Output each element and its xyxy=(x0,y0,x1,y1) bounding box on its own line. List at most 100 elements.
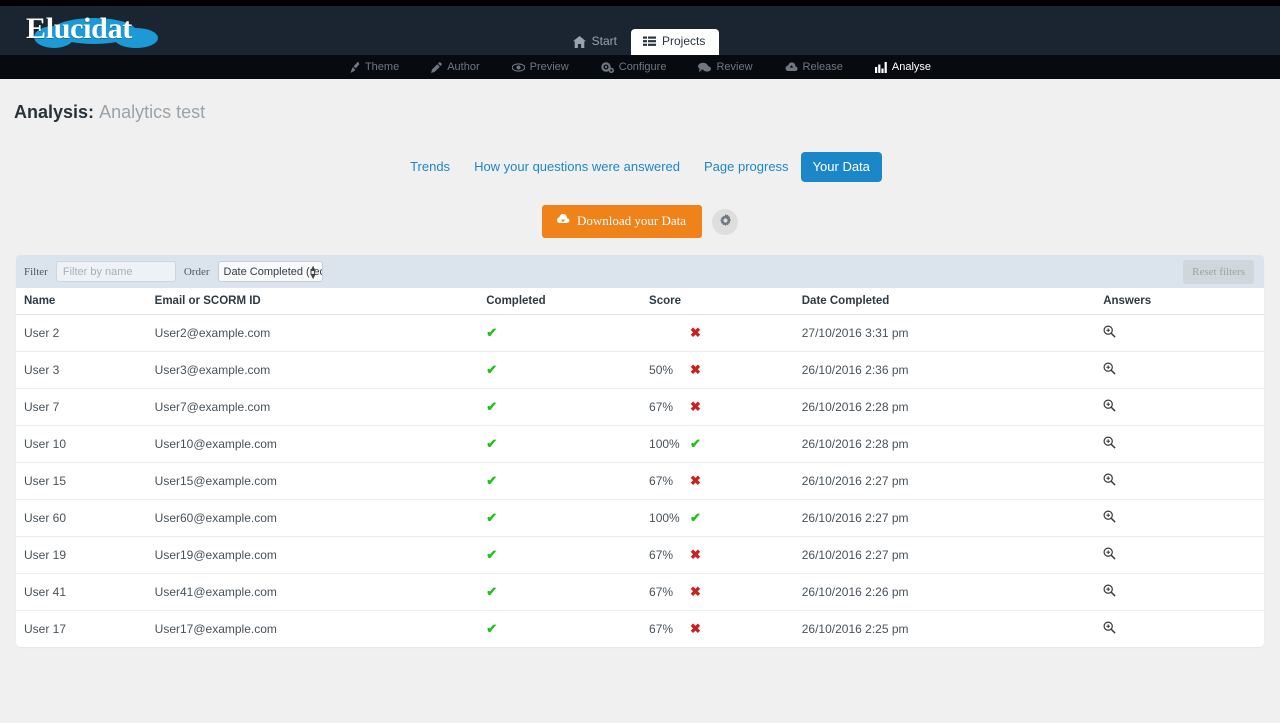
nav-tab-projects[interactable]: Projects xyxy=(630,29,720,55)
score-value: 100% xyxy=(649,511,680,525)
subnav-item-preview[interactable]: Preview xyxy=(496,60,585,74)
bar-chart-icon xyxy=(874,61,887,73)
cell-score: 50% ✖ xyxy=(649,351,802,389)
search-plus-icon[interactable] xyxy=(1103,510,1116,526)
search-plus-icon[interactable] xyxy=(1103,621,1116,637)
cell-answers xyxy=(1103,314,1264,352)
data-settings-button[interactable] xyxy=(712,208,739,235)
search-plus-icon[interactable] xyxy=(1103,584,1116,600)
download-your-data-label: Download your Data xyxy=(576,213,687,228)
your-data-panel: Filter Order Date Completed (recer ▲▼ Re… xyxy=(16,255,1264,647)
subnav-item-analyse[interactable]: Analyse xyxy=(859,60,947,74)
fail-cross-icon: ✖ xyxy=(690,399,701,414)
score-value: 67% xyxy=(649,622,674,636)
cloud-upload-icon xyxy=(785,61,798,73)
nav-tab-start-label: Start xyxy=(591,34,617,48)
subnav-item-theme[interactable]: Theme xyxy=(333,60,415,74)
subnav-item-review[interactable]: Review xyxy=(682,60,768,74)
table-row[interactable]: User 41 User41@example.com ✔ 67% ✖ 26/10/… xyxy=(16,573,1264,611)
score-value: 100% xyxy=(649,437,680,451)
cell-completed: ✔ xyxy=(486,388,650,426)
cell-email: User19@example.com xyxy=(154,536,487,574)
fail-cross-icon: ✖ xyxy=(690,473,701,488)
search-plus-icon[interactable] xyxy=(1103,362,1116,378)
page-title-name: Analytics test xyxy=(99,102,206,122)
pass-tick-icon: ✔ xyxy=(486,399,498,414)
search-plus-icon[interactable] xyxy=(1103,473,1116,489)
pencil-icon xyxy=(431,61,443,73)
table-row[interactable]: User 19 User19@example.com ✔ 67% ✖ 26/10/… xyxy=(16,536,1264,574)
subnav-item-release[interactable]: Release xyxy=(769,60,859,74)
table-body: User 2 User2@example.com ✔ ✖ 27/10/2016 … xyxy=(16,314,1264,648)
subnav-item-preview-label: Preview xyxy=(529,61,569,73)
subnav-item-configure[interactable]: Configure xyxy=(585,60,683,74)
cell-name: User 2 xyxy=(16,314,155,352)
cell-completed: ✔ xyxy=(486,499,650,537)
gears-icon xyxy=(601,61,614,73)
table-row[interactable]: User 60 User60@example.com ✔ 100% ✔ 26/10… xyxy=(16,499,1264,537)
subnav-item-release-label: Release xyxy=(802,61,843,73)
tab-trends[interactable]: Trends xyxy=(398,152,462,182)
cell-date-completed: 26/10/2016 2:27 pm xyxy=(801,462,1104,500)
download-your-data-button[interactable]: Download your Data xyxy=(541,205,703,238)
cell-email: User60@example.com xyxy=(154,499,487,537)
tab-page-progress[interactable]: Page progress xyxy=(692,152,801,182)
search-plus-icon[interactable] xyxy=(1103,325,1116,341)
cell-score: 100% ✔ xyxy=(649,425,802,463)
primary-nav: Start Projects xyxy=(0,27,1280,55)
cloud-download-icon xyxy=(556,213,570,229)
fail-cross-icon: ✖ xyxy=(690,362,701,377)
nav-tab-start[interactable]: Start xyxy=(561,29,631,55)
pass-tick-icon: ✔ xyxy=(486,547,498,562)
filter-input[interactable] xyxy=(55,261,176,282)
order-select[interactable]: Date Completed (recer ▲▼ xyxy=(217,261,323,282)
subnav-item-author-label: Author xyxy=(447,61,480,73)
cell-email: User10@example.com xyxy=(154,425,487,463)
column-header-completed[interactable]: Completed xyxy=(486,288,650,315)
table-row[interactable]: User 3 User3@example.com ✔ 50% ✖ 26/10/20… xyxy=(16,351,1264,389)
reset-filters-button[interactable]: Reset filters xyxy=(1183,259,1254,284)
column-header-email[interactable]: Email or SCORM ID xyxy=(154,288,487,315)
fail-cross-icon: ✖ xyxy=(690,621,701,636)
cell-date-completed: 27/10/2016 3:31 pm xyxy=(801,314,1104,352)
column-header-name[interactable]: Name xyxy=(16,288,155,315)
search-plus-icon[interactable] xyxy=(1103,547,1116,563)
table-row[interactable]: User 7 User7@example.com ✔ 67% ✖ 26/10/20… xyxy=(16,388,1264,426)
cell-email: User15@example.com xyxy=(154,462,487,500)
app-header: Elucidat Start Projects xyxy=(0,6,1280,55)
cell-name: User 41 xyxy=(16,573,155,611)
table-row[interactable]: User 15 User15@example.com ✔ 67% ✖ 26/10/… xyxy=(16,462,1264,500)
cell-answers xyxy=(1103,499,1264,537)
cell-score: 67% ✖ xyxy=(649,388,802,426)
search-plus-icon[interactable] xyxy=(1103,399,1116,415)
score-value: 67% xyxy=(649,585,674,599)
column-header-date-completed[interactable]: Date Completed xyxy=(801,288,1104,315)
pass-tick-icon: ✔ xyxy=(690,436,701,451)
pass-tick-icon: ✔ xyxy=(486,436,498,451)
cell-answers xyxy=(1103,536,1264,574)
subnav-item-author[interactable]: Author xyxy=(415,60,495,74)
column-header-score[interactable]: Score xyxy=(649,288,802,315)
cell-answers xyxy=(1103,425,1264,463)
filter-label: Filter xyxy=(24,265,48,278)
subnav-item-configure-label: Configure xyxy=(618,61,667,73)
pass-tick-icon: ✔ xyxy=(486,510,498,525)
table-row[interactable]: User 2 User2@example.com ✔ ✖ 27/10/2016 … xyxy=(16,314,1264,352)
tab-how-your-questions-were-answered[interactable]: How your questions were answered xyxy=(462,152,692,182)
cell-completed: ✔ xyxy=(486,573,650,611)
tab-your-data[interactable]: Your Data xyxy=(800,152,882,182)
column-header-answers[interactable]: Answers xyxy=(1103,288,1264,315)
cell-date-completed: 26/10/2016 2:27 pm xyxy=(801,499,1104,537)
cell-name: User 15 xyxy=(16,462,155,500)
score-value: 50% xyxy=(649,363,674,377)
cell-score: 67% ✖ xyxy=(649,536,802,574)
table-row[interactable]: User 17 User17@example.com ✔ 67% ✖ 26/10/… xyxy=(16,611,1264,648)
table-header: Name Email or SCORM ID Completed Score D… xyxy=(16,288,1264,315)
comments-icon xyxy=(698,62,712,73)
cell-name: User 3 xyxy=(16,351,155,389)
cell-date-completed: 26/10/2016 2:26 pm xyxy=(801,573,1104,611)
fail-cross-icon: ✖ xyxy=(690,547,701,562)
search-plus-icon[interactable] xyxy=(1103,436,1116,452)
cell-email: User2@example.com xyxy=(154,314,487,352)
table-row[interactable]: User 10 User10@example.com ✔ 100% ✔ 26/10… xyxy=(16,425,1264,463)
